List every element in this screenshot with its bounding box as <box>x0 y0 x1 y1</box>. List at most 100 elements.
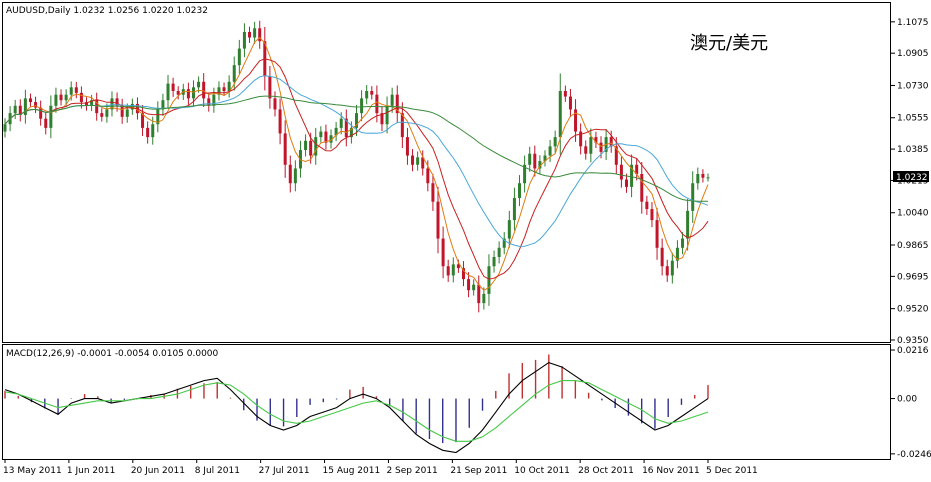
candle-body <box>186 89 190 99</box>
candle-body <box>416 157 420 165</box>
price-tick-label: 1.0040 <box>897 209 929 219</box>
x-tick-label: 1 Jun 2011 <box>67 466 115 476</box>
candle-body <box>681 238 685 248</box>
candle-body <box>232 65 236 82</box>
candle-body <box>655 220 659 248</box>
chart: 1.10751.09051.07301.05551.03851.02151.00… <box>2 2 931 476</box>
x-tick-label: 8 Jul 2011 <box>195 466 240 476</box>
candle-body <box>533 153 537 169</box>
current-price-label: 1.0232 <box>896 173 928 183</box>
candle-body <box>171 83 175 91</box>
candle-body <box>701 174 705 178</box>
price-tick-label: 1.0555 <box>897 114 929 124</box>
candle-body <box>640 174 644 202</box>
chart-root: 1.10751.09051.07301.05551.03851.02151.00… <box>0 0 931 478</box>
x-tick-label: 5 Dec 2011 <box>706 466 758 476</box>
candle-body <box>288 164 292 184</box>
candle-body <box>660 247 664 267</box>
candle-body <box>49 105 53 128</box>
candle-body <box>146 127 150 138</box>
x-tick-label: 20 Jun 2011 <box>131 466 185 476</box>
candle-body <box>492 257 496 267</box>
candle-body <box>568 96 572 110</box>
candle-body <box>584 146 588 154</box>
x-tick-label: 2 Sep 2011 <box>386 466 437 476</box>
time-axis: 13 May 2011 1 Jun 2011 20 Jun 2011 8 Jul 20… <box>3 459 758 476</box>
candle-body <box>166 83 170 101</box>
candle-body <box>278 109 282 134</box>
x-tick-label: 27 Jul 2011 <box>259 466 310 476</box>
macd-panel-frame <box>2 344 891 460</box>
candle-body <box>553 137 557 147</box>
candle-body <box>339 118 343 128</box>
candle-body <box>54 94 58 106</box>
x-tick-label: 16 Nov 2011 <box>642 466 700 476</box>
candle-body <box>426 168 430 184</box>
candle-body <box>645 201 649 210</box>
candle-body <box>706 177 710 179</box>
macd-tick-label: 0.00 <box>897 395 917 405</box>
macd-tick-label: -0.0246 <box>897 450 931 460</box>
candle-body <box>79 92 83 103</box>
candle-body <box>100 113 104 117</box>
candle-body <box>105 109 109 117</box>
candle-body <box>151 124 155 138</box>
candle-body <box>665 266 669 276</box>
candle-body <box>497 247 501 257</box>
candle-body <box>248 31 252 38</box>
candle-body <box>293 168 297 184</box>
candle-body <box>319 131 323 138</box>
candle-body <box>548 146 552 156</box>
candle-body <box>3 124 7 132</box>
candle-body <box>176 91 180 95</box>
candle-body <box>487 266 491 294</box>
candle-body <box>599 142 603 152</box>
candle-body <box>441 238 445 267</box>
price-tick-label: 1.0905 <box>897 49 929 59</box>
candle-body <box>472 284 476 291</box>
candle-body <box>390 94 394 106</box>
candle-body <box>686 210 690 239</box>
candle-body <box>619 164 623 180</box>
candle-body <box>74 87 78 93</box>
candle-body <box>191 87 195 99</box>
x-tick-label: 15 Aug 2011 <box>323 466 381 476</box>
candle-body <box>125 109 129 117</box>
candle-body <box>512 197 516 221</box>
price-tick-label: 1.1075 <box>897 18 929 28</box>
price-tick-label: 0.9350 <box>897 336 929 346</box>
candle-body <box>670 260 674 276</box>
candle-body <box>696 174 700 184</box>
symbol-header: AUDUSD,Daily 1.0232 1.0256 1.0220 1.0232 <box>6 6 208 16</box>
macd-axis: 0.0216 0.00 -0.0246 <box>891 346 931 460</box>
candle-body <box>624 179 628 187</box>
price-tick-label: 1.0385 <box>897 145 929 155</box>
candle-body <box>518 183 522 198</box>
candle-body <box>451 264 455 276</box>
candle-body <box>283 133 287 165</box>
candle-body <box>528 153 532 165</box>
candle-body <box>467 279 471 291</box>
candle-body <box>59 94 63 101</box>
candle-body <box>436 201 440 239</box>
x-tick-label: 13 May 2011 <box>3 466 62 476</box>
x-tick-label: 21 Sep 2011 <box>450 466 507 476</box>
candle-body <box>13 105 17 114</box>
candle-body <box>268 76 272 99</box>
candle-body <box>44 118 48 128</box>
price-tick-label: 1.0730 <box>897 81 929 91</box>
candle-body <box>558 91 562 138</box>
candle-body <box>28 98 32 103</box>
x-tick-label: 28 Oct 2011 <box>578 466 634 476</box>
candle-body <box>197 81 201 88</box>
x-tick-label: 10 Oct 2011 <box>514 466 570 476</box>
candle-body <box>691 183 695 211</box>
candle-body <box>431 183 435 202</box>
candle-body <box>253 28 257 38</box>
candle-body <box>120 105 124 117</box>
candle-body <box>237 48 241 66</box>
candle-body <box>202 81 206 99</box>
candle-body <box>411 155 415 165</box>
candle-body <box>507 220 511 239</box>
candle-body <box>273 98 277 110</box>
